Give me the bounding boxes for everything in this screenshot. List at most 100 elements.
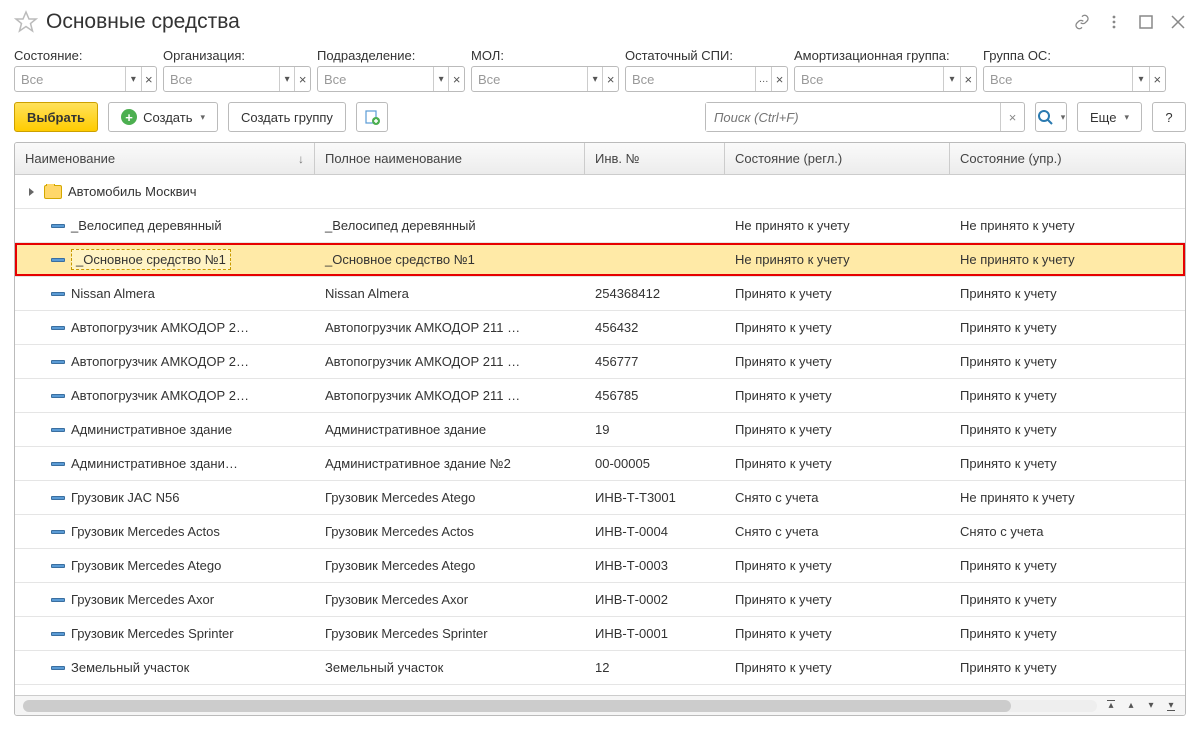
table-row[interactable]: _Велосипед деревянный _Велосипед деревянн… [15,209,1185,243]
cell-invno: ИНВ-Т-0001 [585,626,725,641]
advanced-search-button[interactable]: ▾ [1035,102,1067,132]
dropdown-button[interactable]: ▾ [1132,67,1148,91]
create-group-button[interactable]: Создать группу [228,102,346,132]
table-row[interactable]: Грузовик JAC N56Грузовик Mercedes AtegoИ… [15,481,1185,515]
filter-box: ▾× [794,66,977,92]
column-header-state-mgmt[interactable]: Состояние (упр.) [950,143,1185,174]
table-row[interactable]: Административное здани…Административное … [15,447,1185,481]
table-row[interactable]: Nissan AlmeraNissan Almera254368412Приня… [15,277,1185,311]
horizontal-scrollbar[interactable] [23,700,1097,712]
column-header-invno[interactable]: Инв. № [585,143,725,174]
filter-input[interactable] [795,67,943,91]
help-button[interactable]: ? [1152,102,1186,132]
column-header-name[interactable]: Наименование↓ [15,143,315,174]
grid-footer: ▴ ▴ ▾ ▾ [15,695,1185,715]
cell-fullname: _Велосипед деревянный [315,218,585,233]
cell-state-mgmt: Принято к учету [950,558,1185,573]
cell-name: Грузовик Mercedes Atego [15,558,315,573]
cell-name: Автопогрузчик АМКОДОР 2… [15,354,315,369]
table-row[interactable]: Грузовик Mercedes ActosГрузовик Mercedes… [15,515,1185,549]
column-header-fullname[interactable]: Полное наименование [315,143,585,174]
nav-down-icon[interactable]: ▾ [1141,698,1161,714]
table-row[interactable]: Грузовик Mercedes AtegoГрузовик Mercedes… [15,549,1185,583]
expand-icon[interactable] [29,188,34,196]
grid-header: Наименование↓ Полное наименование Инв. №… [15,143,1185,175]
clear-button[interactable]: × [602,67,618,91]
page-title: Основные средства [46,10,1074,34]
filter-input[interactable] [164,67,279,91]
nav-last-icon[interactable]: ▾ [1161,698,1181,714]
cell-invno: 12 [585,660,725,675]
scrollbar-thumb[interactable] [23,700,1011,712]
item-icon [51,360,65,364]
filter-input[interactable] [472,67,587,91]
chevron-down-icon: ▾ [1061,112,1066,123]
nav-up-icon[interactable]: ▴ [1121,698,1141,714]
clear-button[interactable]: × [960,67,976,91]
cell-name: _Велосипед деревянный [15,218,315,233]
create-button[interactable]: + Создать ▾ [108,102,218,132]
table-row[interactable]: Административное зданиеАдминистративное … [15,413,1185,447]
clear-button[interactable]: × [1149,67,1165,91]
cell-state-reg: Принято к учету [725,286,950,301]
cell-state-mgmt: Принято к учету [950,388,1185,403]
filter-input[interactable] [984,67,1132,91]
filter-3: МОЛ: ▾× [471,48,619,92]
filter-box: ▾× [163,66,311,92]
close-icon[interactable] [1170,14,1186,30]
row-name-text: Автопогрузчик АМКОДОР 2… [71,388,249,403]
more-button[interactable]: Еще ▾ [1077,102,1142,132]
dropdown-button[interactable]: ▾ [125,67,140,91]
chevron-down-icon: ▾ [200,112,205,123]
table-row[interactable]: Автопогрузчик АМКОДОР 2…Автопогрузчик АМ… [15,345,1185,379]
dropdown-button[interactable]: ▾ [279,67,295,91]
kebab-menu-icon[interactable] [1106,14,1122,30]
favorite-star-icon[interactable] [14,10,38,34]
cell-fullname: Административное здание №2 [315,456,585,471]
cell-state-reg: Принято к учету [725,592,950,607]
clear-button[interactable]: × [141,67,156,91]
table-row[interactable]: Автопогрузчик АМКОДОР 2…Автопогрузчик АМ… [15,311,1185,345]
search-input[interactable] [706,103,1000,131]
clear-button[interactable]: × [448,67,464,91]
ellipsis-button[interactable]: … [755,67,771,91]
maximize-icon[interactable] [1138,14,1154,30]
dropdown-button[interactable]: ▾ [433,67,449,91]
cell-fullname: Автопогрузчик АМКОДОР 211 … [315,354,585,369]
dropdown-button[interactable]: ▾ [587,67,603,91]
row-name-text: _Велосипед деревянный [71,218,222,233]
column-header-state-reg[interactable]: Состояние (регл.) [725,143,950,174]
link-icon[interactable] [1074,14,1090,30]
toolbar: Выбрать + Создать ▾ Создать группу × ▾ Е… [14,102,1186,132]
filter-input[interactable] [626,67,755,91]
grid-body: Автомобиль Москвич_Велосипед деревянный_… [15,175,1185,695]
cell-invno: 456432 [585,320,725,335]
select-button[interactable]: Выбрать [14,102,98,132]
table-row[interactable]: _Основное средство №1_Основное средство … [15,243,1185,277]
clear-button[interactable]: × [771,67,787,91]
row-name-text: Административное здание [71,422,232,437]
filter-label: МОЛ: [471,48,619,63]
copy-to-sheet-button[interactable] [356,102,388,132]
filter-input[interactable] [15,67,125,91]
clear-button[interactable]: × [294,67,310,91]
table-row[interactable]: Автопогрузчик АМКОДОР 2…Автопогрузчик АМ… [15,379,1185,413]
table-row[interactable]: Автомобиль Москвич [15,175,1185,209]
create-label: Создать [143,110,192,125]
filter-input[interactable] [318,67,433,91]
table-row[interactable]: Грузовик Mercedes AxorГрузовик Mercedes … [15,583,1185,617]
cell-state-reg: Принято к учету [725,388,950,403]
item-icon [51,394,65,398]
nav-first-icon[interactable]: ▴ [1101,698,1121,714]
filter-box: ▾× [14,66,157,92]
dropdown-button[interactable]: ▾ [943,67,959,91]
cell-state-mgmt: Принято к учету [950,660,1185,675]
cell-state-reg: Снято с учета [725,524,950,539]
table-row[interactable]: Земельный участокЗемельный участок12Прин… [15,651,1185,685]
cell-fullname: Nissan Almera [315,286,585,301]
clear-search-button[interactable]: × [1000,103,1024,131]
search-box: × [705,102,1025,132]
item-icon [51,292,65,296]
table-row[interactable]: Грузовик Mercedes SprinterГрузовик Merce… [15,617,1185,651]
cell-state-mgmt: Снято с учета [950,524,1185,539]
